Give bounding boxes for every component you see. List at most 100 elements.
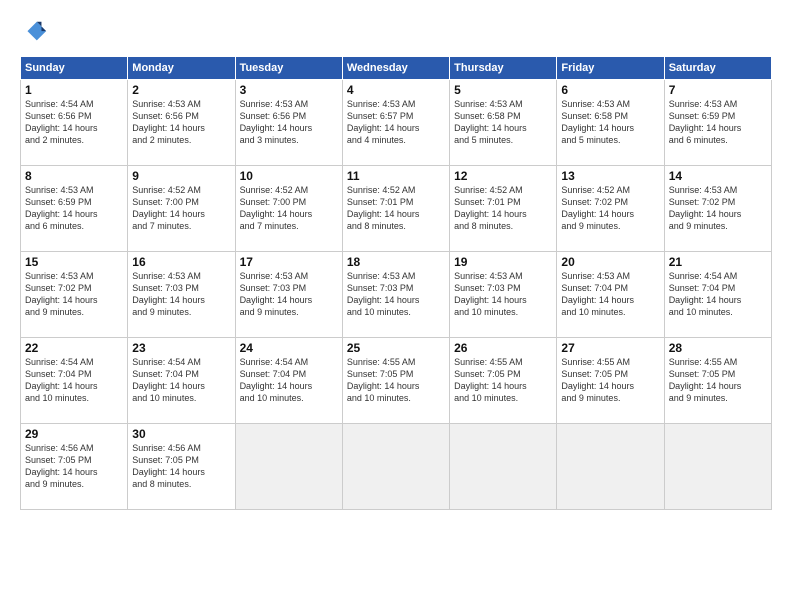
day-number: 11 [347, 169, 445, 183]
calendar-cell: 6Sunrise: 4:53 AM Sunset: 6:58 PM Daylig… [557, 80, 664, 166]
logo [20, 18, 52, 46]
day-number: 27 [561, 341, 659, 355]
header-row: Sunday Monday Tuesday Wednesday Thursday… [21, 57, 772, 80]
calendar-cell: 19Sunrise: 4:53 AM Sunset: 7:03 PM Dayli… [450, 252, 557, 338]
day-info: Sunrise: 4:53 AM Sunset: 6:58 PM Dayligh… [561, 98, 659, 147]
calendar-cell: 25Sunrise: 4:55 AM Sunset: 7:05 PM Dayli… [342, 338, 449, 424]
calendar-cell: 1Sunrise: 4:54 AM Sunset: 6:56 PM Daylig… [21, 80, 128, 166]
day-number: 26 [454, 341, 552, 355]
col-tuesday: Tuesday [235, 57, 342, 80]
day-number: 14 [669, 169, 767, 183]
day-info: Sunrise: 4:53 AM Sunset: 6:59 PM Dayligh… [669, 98, 767, 147]
calendar-cell: 3Sunrise: 4:53 AM Sunset: 6:56 PM Daylig… [235, 80, 342, 166]
day-number: 18 [347, 255, 445, 269]
day-info: Sunrise: 4:53 AM Sunset: 6:57 PM Dayligh… [347, 98, 445, 147]
day-info: Sunrise: 4:53 AM Sunset: 6:59 PM Dayligh… [25, 184, 123, 233]
calendar-week-2: 15Sunrise: 4:53 AM Sunset: 7:02 PM Dayli… [21, 252, 772, 338]
calendar-week-3: 22 Sunrise: 4:54 AM Sunset: 7:04 PM Dayli… [21, 338, 772, 424]
header [20, 18, 772, 46]
calendar-cell: 28Sunrise: 4:55 AM Sunset: 7:05 PM Dayli… [664, 338, 771, 424]
calendar-cell: 26Sunrise: 4:55 AM Sunset: 7:05 PM Dayli… [450, 338, 557, 424]
day-number: 3 [240, 83, 338, 97]
day-number: 5 [454, 83, 552, 97]
calendar-cell [342, 424, 449, 510]
day-number: 15 [25, 255, 123, 269]
day-number: 22 [25, 341, 123, 355]
calendar-cell: 29Sunrise: 4:56 AM Sunset: 7:05 PM Dayli… [21, 424, 128, 510]
calendar-week-0: 1Sunrise: 4:54 AM Sunset: 6:56 PM Daylig… [21, 80, 772, 166]
day-number: 13 [561, 169, 659, 183]
day-number: 1 [25, 83, 123, 97]
calendar-cell: 22Sunrise: 4:54 AM Sunset: 7:04 PM Dayli… [21, 338, 128, 424]
day-info: Sunrise: 4:53 AM Sunset: 7:03 PM Dayligh… [240, 270, 338, 319]
day-info: Sunrise: 4:54 AM Sunset: 7:04 PM Dayligh… [240, 356, 338, 405]
calendar-week-4: 29Sunrise: 4:56 AM Sunset: 7:05 PM Dayli… [21, 424, 772, 510]
day-info: Sunrise: 4:52 AM Sunset: 7:02 PM Dayligh… [561, 184, 659, 233]
day-info: Sunrise: 4:55 AM Sunset: 7:05 PM Dayligh… [669, 356, 767, 405]
day-number: 16 [132, 255, 230, 269]
calendar-cell: 7Sunrise: 4:53 AM Sunset: 6:59 PM Daylig… [664, 80, 771, 166]
calendar-cell: 27Sunrise: 4:55 AM Sunset: 7:05 PM Dayli… [557, 338, 664, 424]
calendar-cell: 8Sunrise: 4:53 AM Sunset: 6:59 PM Daylig… [21, 166, 128, 252]
day-number: 12 [454, 169, 552, 183]
day-number: 30 [132, 427, 230, 441]
day-number: 7 [669, 83, 767, 97]
calendar-cell [235, 424, 342, 510]
col-wednesday: Wednesday [342, 57, 449, 80]
calendar-cell [664, 424, 771, 510]
day-info: Sunrise: 4:56 AM Sunset: 7:05 PM Dayligh… [132, 442, 230, 491]
day-info: Sunrise: 4:55 AM Sunset: 7:05 PM Dayligh… [347, 356, 445, 405]
calendar-table: Sunday Monday Tuesday Wednesday Thursday… [20, 56, 772, 510]
calendar-cell [557, 424, 664, 510]
calendar-cell: 24Sunrise: 4:54 AM Sunset: 7:04 PM Dayli… [235, 338, 342, 424]
calendar-cell: 21Sunrise: 4:54 AM Sunset: 7:04 PM Dayli… [664, 252, 771, 338]
day-info: Sunrise: 4:53 AM Sunset: 7:03 PM Dayligh… [454, 270, 552, 319]
calendar-body: 1Sunrise: 4:54 AM Sunset: 6:56 PM Daylig… [21, 80, 772, 510]
page: Sunday Monday Tuesday Wednesday Thursday… [0, 0, 792, 612]
calendar-cell: 12Sunrise: 4:52 AM Sunset: 7:01 PM Dayli… [450, 166, 557, 252]
day-info: Sunrise: 4:53 AM Sunset: 7:04 PM Dayligh… [561, 270, 659, 319]
calendar-cell: 18Sunrise: 4:53 AM Sunset: 7:03 PM Dayli… [342, 252, 449, 338]
col-thursday: Thursday [450, 57, 557, 80]
calendar-cell: 10Sunrise: 4:52 AM Sunset: 7:00 PM Dayli… [235, 166, 342, 252]
calendar-cell: 23Sunrise: 4:54 AM Sunset: 7:04 PM Dayli… [128, 338, 235, 424]
day-info: Sunrise: 4:52 AM Sunset: 7:00 PM Dayligh… [240, 184, 338, 233]
day-number: 10 [240, 169, 338, 183]
day-number: 25 [347, 341, 445, 355]
calendar-cell: 9Sunrise: 4:52 AM Sunset: 7:00 PM Daylig… [128, 166, 235, 252]
day-number: 21 [669, 255, 767, 269]
calendar-cell: 2Sunrise: 4:53 AM Sunset: 6:56 PM Daylig… [128, 80, 235, 166]
day-info: Sunrise: 4:53 AM Sunset: 7:02 PM Dayligh… [669, 184, 767, 233]
day-info: Sunrise: 4:53 AM Sunset: 6:56 PM Dayligh… [132, 98, 230, 147]
calendar-week-1: 8Sunrise: 4:53 AM Sunset: 6:59 PM Daylig… [21, 166, 772, 252]
day-info: Sunrise: 4:53 AM Sunset: 6:58 PM Dayligh… [454, 98, 552, 147]
col-friday: Friday [557, 57, 664, 80]
calendar-cell: 20Sunrise: 4:53 AM Sunset: 7:04 PM Dayli… [557, 252, 664, 338]
day-info: Sunrise: 4:52 AM Sunset: 7:01 PM Dayligh… [454, 184, 552, 233]
calendar-cell: 13Sunrise: 4:52 AM Sunset: 7:02 PM Dayli… [557, 166, 664, 252]
day-number: 23 [132, 341, 230, 355]
day-number: 2 [132, 83, 230, 97]
day-info: Sunrise: 4:53 AM Sunset: 7:03 PM Dayligh… [132, 270, 230, 319]
col-saturday: Saturday [664, 57, 771, 80]
calendar-cell: 15Sunrise: 4:53 AM Sunset: 7:02 PM Dayli… [21, 252, 128, 338]
calendar-cell: 11Sunrise: 4:52 AM Sunset: 7:01 PM Dayli… [342, 166, 449, 252]
day-info: Sunrise: 4:53 AM Sunset: 6:56 PM Dayligh… [240, 98, 338, 147]
day-info: Sunrise: 4:54 AM Sunset: 7:04 PM Dayligh… [669, 270, 767, 319]
calendar-cell: 30Sunrise: 4:56 AM Sunset: 7:05 PM Dayli… [128, 424, 235, 510]
calendar-cell [450, 424, 557, 510]
calendar-cell: 14Sunrise: 4:53 AM Sunset: 7:02 PM Dayli… [664, 166, 771, 252]
day-number: 9 [132, 169, 230, 183]
day-number: 20 [561, 255, 659, 269]
day-info: Sunrise: 4:55 AM Sunset: 7:05 PM Dayligh… [561, 356, 659, 405]
day-info: Sunrise: 4:54 AM Sunset: 6:56 PM Dayligh… [25, 98, 123, 147]
calendar-cell: 17Sunrise: 4:53 AM Sunset: 7:03 PM Dayli… [235, 252, 342, 338]
day-number: 8 [25, 169, 123, 183]
day-info: Sunrise: 4:56 AM Sunset: 7:05 PM Dayligh… [25, 442, 123, 491]
day-info: Sunrise: 4:55 AM Sunset: 7:05 PM Dayligh… [454, 356, 552, 405]
day-info: Sunrise: 4:52 AM Sunset: 7:01 PM Dayligh… [347, 184, 445, 233]
col-sunday: Sunday [21, 57, 128, 80]
day-info: Sunrise: 4:53 AM Sunset: 7:03 PM Dayligh… [347, 270, 445, 319]
calendar-cell: 5Sunrise: 4:53 AM Sunset: 6:58 PM Daylig… [450, 80, 557, 166]
day-info: Sunrise: 4:52 AM Sunset: 7:00 PM Dayligh… [132, 184, 230, 233]
